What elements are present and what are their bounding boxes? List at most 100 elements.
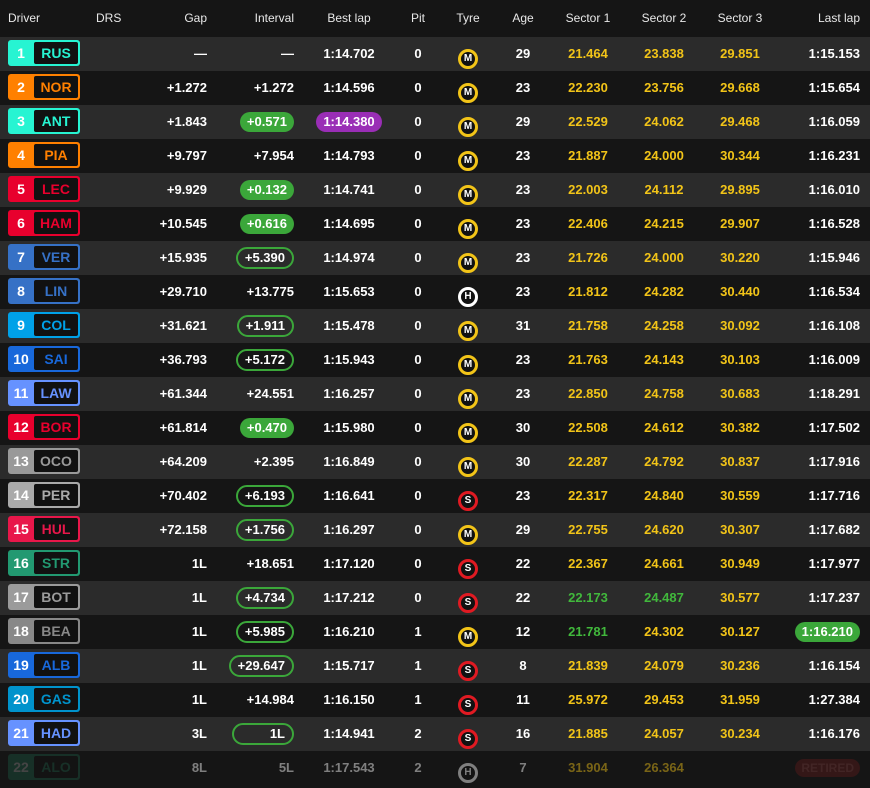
last-lap-value: 1:16.108 [808, 318, 860, 333]
tyre-compound-icon: S [458, 695, 478, 715]
header-best-lap[interactable]: Best lap [316, 0, 382, 37]
driver-badge[interactable]: 19 ALB [8, 652, 80, 678]
header-last-lap[interactable]: Last lap [782, 0, 860, 37]
table-row[interactable]: 17 BOT 1L +4.734 1:17.212 0 S 22 22.173 24.487 30.… [0, 581, 870, 615]
driver-badge[interactable]: 16 STR [8, 550, 80, 576]
driver-badge[interactable]: 11 LAW [8, 380, 80, 406]
table-row[interactable]: 21 HAD 3L 1L 1:14.941 2 S 16 21.885 24.057 30.234 1… [0, 717, 870, 751]
last-lap-cell: 1:17.977 [782, 547, 860, 581]
driver-badge[interactable]: 12 BOR [8, 414, 80, 440]
header-sector-1[interactable]: Sector 1 [556, 0, 620, 37]
header-driver[interactable]: Driver [8, 0, 88, 37]
position-number: 16 [13, 555, 29, 571]
table-row[interactable]: 12 BOR +61.814 +0.470 1:15.980 0 M 30 22.508 24.6… [0, 411, 870, 445]
table-row[interactable]: 6 HAM +10.545 +0.616 1:14.695 0 M 23 22.406 24.21… [0, 207, 870, 241]
driver-badge[interactable]: 8 LIN [8, 278, 80, 304]
tyre-compound-icon: M [458, 627, 478, 647]
best-lap-cell: 1:14.741 [316, 173, 382, 207]
gap-cell: +70.402 [159, 488, 207, 503]
tyre-age: 29 [515, 522, 531, 537]
sector-2-time: 24.057 [644, 726, 684, 741]
table-row[interactable]: 15 HUL +72.158 +1.756 1:16.297 0 M 29 22.755 24.6… [0, 513, 870, 547]
sector-3-time: 30.577 [720, 590, 760, 605]
driver-badge[interactable]: 13 OCO [8, 448, 80, 474]
interval-value: +14.984 [246, 692, 294, 707]
driver-badge[interactable]: 20 GAS [8, 686, 80, 712]
table-row[interactable]: 11 LAW +61.344 +24.551 1:16.257 0 M 23 22.850 24.… [0, 377, 870, 411]
table-row[interactable]: 3 ANT +1.843 +0.571 1:14.380 0 M 29 22.529 24.062… [0, 105, 870, 139]
driver-badge[interactable]: 15 HUL [8, 516, 80, 542]
tyre-age: 23 [515, 352, 531, 367]
table-row[interactable]: 8 LIN +29.710 +13.775 1:15.653 0 H 23 21.812 24.2… [0, 275, 870, 309]
driver-badge[interactable]: 5 LEC [8, 176, 80, 202]
header-sector-2[interactable]: Sector 2 [632, 0, 696, 37]
header-age[interactable]: Age [500, 0, 546, 37]
sector-3-time: 30.382 [720, 420, 760, 435]
driver-code: BOT [34, 586, 78, 608]
position-number: 19 [13, 657, 29, 673]
header-interval[interactable]: Interval [228, 0, 294, 37]
best-lap-value: 1:17.543 [323, 760, 375, 775]
driver-cell: 17 BOT [8, 581, 88, 615]
tyre-compound-icon: M [458, 49, 478, 69]
best-lap-value: 1:14.695 [323, 216, 375, 231]
table-row[interactable]: 2 NOR +1.272 +1.272 1:14.596 0 M 23 22.230 23.756… [0, 71, 870, 105]
table-row[interactable]: 7 VER +15.935 +5.390 1:14.974 0 M 23 21.726 24.00… [0, 241, 870, 275]
driver-badge[interactable]: 21 HAD [8, 720, 80, 746]
last-lap-cell: 1:15.946 [782, 241, 860, 275]
table-row[interactable]: 22 ALO 8L 5L 1:17.543 2 H 7 31.904 26.364 RETIRED [0, 751, 870, 785]
best-lap-value: 1:16.210 [323, 624, 375, 639]
table-row[interactable]: 14 PER +70.402 +6.193 1:16.641 0 S 23 22.317 24.8… [0, 479, 870, 513]
driver-badge[interactable]: 17 BOT [8, 584, 80, 610]
header-gap[interactable]: Gap [130, 0, 207, 37]
driver-badge[interactable]: 18 BEA [8, 618, 80, 644]
driver-badge[interactable]: 10 SAI [8, 346, 80, 372]
table-row[interactable]: 18 BEA 1L +5.985 1:16.210 1 M 12 21.781 24.302 30.… [0, 615, 870, 649]
table-row[interactable]: 13 OCO +64.209 +2.395 1:16.849 0 M 30 22.287 24.7… [0, 445, 870, 479]
best-lap-value: 1:14.380 [316, 112, 382, 132]
table-row[interactable]: 19 ALB 1L +29.647 1:15.717 1 S 8 21.839 24.079 30.… [0, 649, 870, 683]
header-tyre[interactable]: Tyre [446, 0, 490, 37]
table-row[interactable]: 1 RUS — — 1:14.702 0 M 29 21.464 23.838 29.851 1:15… [0, 37, 870, 71]
driver-badge[interactable]: 4 PIA [8, 142, 80, 168]
header-sector-3[interactable]: Sector 3 [708, 0, 772, 37]
best-lap-cell: 1:15.943 [316, 343, 382, 377]
table-row[interactable]: 10 SAI +36.793 +5.172 1:15.943 0 M 23 21.763 24.1… [0, 343, 870, 377]
tyre-cell: M [446, 173, 490, 207]
sector-2-time: 24.215 [644, 216, 684, 231]
driver-badge[interactable]: 14 PER [8, 482, 80, 508]
sector-1-time: 22.230 [568, 80, 608, 95]
best-lap-value: 1:16.297 [323, 522, 375, 537]
table-row[interactable]: 9 COL +31.621 +1.911 1:15.478 0 M 31 21.758 24.25… [0, 309, 870, 343]
header-pit[interactable]: Pit [400, 0, 436, 37]
driver-badge[interactable]: 2 NOR [8, 74, 80, 100]
sector-3-time: 30.103 [720, 352, 760, 367]
interval-value: 5L [278, 760, 294, 775]
driver-badge[interactable]: 1 RUS [8, 40, 80, 66]
position-number: 9 [17, 317, 25, 333]
driver-code: NOR [34, 76, 78, 98]
table-row[interactable]: 4 PIA +9.797 +7.954 1:14.793 0 M 23 21.887 24.000… [0, 139, 870, 173]
driver-badge[interactable]: 6 HAM [8, 210, 80, 236]
interval-cell: +24.551 [228, 377, 294, 411]
interval-cell: +5.985 [228, 615, 294, 649]
table-row[interactable]: 5 LEC +9.929 +0.132 1:14.741 0 M 23 22.003 24.112… [0, 173, 870, 207]
driver-cell: 18 BEA [8, 615, 88, 649]
interval-value: +18.651 [246, 556, 294, 571]
pit-count: 1 [414, 624, 422, 639]
driver-badge[interactable]: 7 VER [8, 244, 80, 270]
last-lap-cell: 1:17.502 [782, 411, 860, 445]
driver-badge[interactable]: 9 COL [8, 312, 80, 338]
driver-badge[interactable]: 22 ALO [8, 754, 80, 780]
best-lap-value: 1:16.641 [323, 488, 375, 503]
table-row[interactable]: 20 GAS 1L +14.984 1:16.150 1 S 11 25.972 29.453 31… [0, 683, 870, 717]
driver-code: RUS [34, 42, 78, 64]
sector-1-time: 21.758 [568, 318, 608, 333]
last-lap-value: 1:16.176 [808, 726, 860, 741]
gap-cell: +61.344 [159, 386, 207, 401]
interval-value: +5.172 [235, 349, 294, 371]
last-lap-value: RETIRED [795, 759, 860, 777]
pit-count: 0 [414, 80, 422, 95]
table-row[interactable]: 16 STR 1L +18.651 1:17.120 0 S 22 22.367 24.661 30… [0, 547, 870, 581]
driver-badge[interactable]: 3 ANT [8, 108, 80, 134]
